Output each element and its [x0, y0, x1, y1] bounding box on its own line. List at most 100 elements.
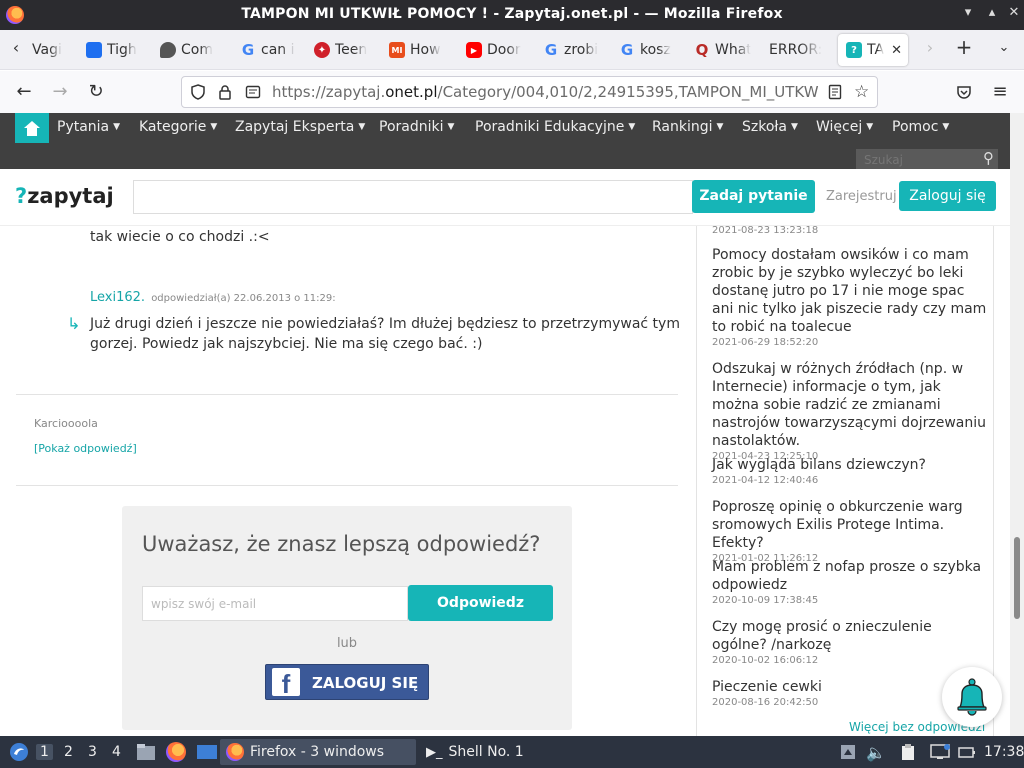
- home-icon[interactable]: [15, 113, 49, 143]
- sidebar-item-question[interactable]: Odszukaj w różnych źródłach (np. w Inter…: [712, 360, 988, 450]
- close-tab-icon[interactable]: ✕: [891, 43, 902, 58]
- sidebar-item-question[interactable]: Pomocy dostałam owsików i co mam zrobic …: [712, 246, 988, 336]
- youtube-favicon-icon: ▶: [466, 42, 482, 58]
- site-menu-bar: Pytania ▼ Kategorie ▼ Zapytaj Eksperta ▼ Po…: [0, 113, 1010, 170]
- prev-answer-text: tak wiecie o co chodzi .:<: [90, 229, 270, 245]
- sidebar-item-question[interactable]: Poproszę opinię o obkurczenie warg sromo…: [712, 498, 988, 552]
- clipboard-icon[interactable]: [894, 739, 922, 765]
- submit-answer-button[interactable]: Odpowiedz: [408, 585, 553, 621]
- site-search-input[interactable]: [856, 150, 966, 170]
- sidebar-date: 2021-08-23 13:23:18: [712, 226, 988, 236]
- taskbar-firefox-windows[interactable]: Firefox - 3 windows: [220, 739, 416, 765]
- url-domain: onet.pl: [385, 83, 438, 101]
- tab[interactable]: G kosz: [611, 34, 685, 66]
- file-manager-icon[interactable]: [130, 739, 162, 765]
- power-icon[interactable]: [952, 739, 982, 765]
- notification-bell-icon[interactable]: [942, 667, 1002, 727]
- caret-down-icon: ▼: [113, 122, 121, 132]
- pocket-icon[interactable]: [952, 80, 976, 104]
- question-author[interactable]: Karcioooola: [34, 417, 98, 430]
- menu-item-poradniki[interactable]: Poradniki ▼: [379, 119, 454, 135]
- url-bar[interactable]: https://zapytaj.onet.pl/Category/004,010…: [181, 76, 878, 108]
- page-scrollbar[interactable]: [1010, 113, 1024, 736]
- tab[interactable]: G zrobi: [535, 34, 609, 66]
- sidebar-item-question[interactable]: Mam problem z nofap prosze o szybka odpo…: [712, 558, 988, 594]
- workspace-4[interactable]: 4: [112, 744, 121, 760]
- start-menu-icon[interactable]: [2, 739, 36, 765]
- tab[interactable]: Com: [152, 34, 226, 66]
- sidebar-item-question[interactable]: Czy mogę prosić o znieczulenie ogólne? /…: [712, 618, 988, 654]
- tab[interactable]: G can i: [232, 34, 306, 66]
- sidebar-item[interactable]: Mam problem z nofap prosze o szybka odpo…: [712, 558, 988, 606]
- workspace-3[interactable]: 3: [88, 744, 97, 760]
- show-answer-link[interactable]: [Pokaż odpowiedź]: [34, 442, 137, 455]
- tab[interactable]: ERROR:: [761, 34, 835, 66]
- tab-active[interactable]: ? TA ✕: [838, 34, 908, 66]
- tab[interactable]: MI How: [381, 34, 455, 66]
- tab-scroll-right-icon[interactable]: ›: [918, 38, 942, 57]
- desktop-icon[interactable]: [190, 739, 224, 765]
- tab-strip: ‹ Vagi Tigh Com G can i ✦ Teen MI How ▶ …: [0, 30, 1024, 70]
- volume-icon[interactable]: 🔈: [860, 739, 892, 765]
- better-answer-box: Uważasz, że znasz lepszą odpowiedź? wpis…: [122, 506, 572, 730]
- sidebar-item[interactable]: Odszukaj w różnych źródłach (np. w Inter…: [712, 360, 988, 462]
- tab[interactable]: Tigh: [78, 34, 152, 66]
- menu-item-poradniki-edukacyjne[interactable]: Poradniki Edukacyjne ▼: [475, 119, 635, 135]
- minimize-icon[interactable]: ▾: [958, 5, 978, 20]
- url-prefix: https://zapytaj.: [272, 83, 386, 101]
- close-window-icon[interactable]: ✕: [1004, 5, 1024, 20]
- answer-author-link[interactable]: Lexi162.: [90, 290, 145, 305]
- login-button[interactable]: Zaloguj się: [899, 181, 996, 211]
- menu-item-label: Pomoc: [892, 119, 939, 135]
- sidebar-item[interactable]: Pomocy dostałam owsików i co mam zrobic …: [712, 246, 988, 348]
- reader-view-icon[interactable]: [828, 84, 842, 104]
- ask-question-input[interactable]: [133, 180, 693, 214]
- tab-label: What: [715, 42, 751, 58]
- new-tab-icon[interactable]: +: [952, 35, 976, 59]
- menu-item-szkola[interactable]: Szkoła ▼: [742, 119, 798, 135]
- facebook-login-button[interactable]: f ZALOGUJ SIĘ: [265, 664, 429, 700]
- workspace-2[interactable]: 2: [64, 744, 73, 760]
- taskbar-shell[interactable]: ▶_ Shell No. 1: [420, 739, 530, 765]
- chat-favicon-icon: [160, 42, 176, 58]
- register-link[interactable]: Zarejestruj: [826, 189, 897, 204]
- tab-label: Com: [181, 42, 213, 58]
- tab-label: ERROR:: [769, 42, 823, 58]
- tab[interactable]: ▶ Door: [458, 34, 532, 66]
- ask-question-button[interactable]: Zadaj pytanie: [692, 180, 815, 213]
- sidebar-item[interactable]: Poproszę opinię o obkurczenie warg sromo…: [712, 498, 988, 564]
- lock-icon[interactable]: [218, 84, 232, 104]
- facebook-login-label: ZALOGUJ SIĘ: [312, 674, 419, 692]
- hamburger-menu-icon[interactable]: ≡: [988, 80, 1012, 104]
- menu-item-pomoc[interactable]: Pomoc ▼: [892, 119, 949, 135]
- sidebar-item[interactable]: Czy mogę prosić o znieczulenie ogólne? /…: [712, 618, 988, 666]
- reload-icon[interactable]: ↻: [84, 80, 108, 104]
- back-icon[interactable]: ←: [12, 80, 36, 104]
- list-all-tabs-icon[interactable]: ⌄: [992, 40, 1016, 55]
- menu-item-pytania[interactable]: Pytania ▼: [57, 119, 120, 135]
- sidebar-item[interactable]: Jak wygląda bilans dziewczyn? 2021-04-12…: [712, 456, 988, 486]
- scrollbar-thumb[interactable]: [1014, 537, 1020, 619]
- search-icon[interactable]: ⚲: [983, 149, 994, 167]
- menu-item-rankingi[interactable]: Rankingi ▼: [652, 119, 723, 135]
- page-info-icon[interactable]: [245, 84, 261, 104]
- bookmark-star-icon[interactable]: ☆: [854, 82, 869, 102]
- tray-updates-icon[interactable]: [834, 739, 862, 765]
- url-text[interactable]: https://zapytaj.onet.pl/Category/004,010…: [272, 83, 820, 101]
- tab[interactable]: ✦ Teen: [306, 34, 380, 66]
- google-favicon-icon: G: [620, 41, 634, 59]
- sidebar-item-question[interactable]: Jak wygląda bilans dziewczyn?: [712, 456, 988, 474]
- shield-icon[interactable]: [190, 84, 206, 104]
- forward-icon[interactable]: →: [48, 80, 72, 104]
- workspace-1[interactable]: 1: [36, 744, 53, 760]
- firefox-launcher-icon[interactable]: [160, 739, 192, 765]
- email-field[interactable]: wpisz swój e-mail: [142, 586, 408, 621]
- zapytaj-logo[interactable]: ?zapytaj: [15, 184, 114, 208]
- menu-item-wiecej[interactable]: Więcej ▼: [816, 119, 873, 135]
- tab[interactable]: Q What: [686, 34, 760, 66]
- menu-item-zapytaj-eksperta[interactable]: Zapytaj Eksperta ▼: [235, 119, 365, 135]
- divider: [16, 485, 678, 486]
- sidebar-item-date: 2020-10-09 17:38:45: [712, 595, 819, 606]
- menu-item-kategorie[interactable]: Kategorie ▼: [139, 119, 217, 135]
- maximize-icon[interactable]: ▴: [982, 5, 1002, 20]
